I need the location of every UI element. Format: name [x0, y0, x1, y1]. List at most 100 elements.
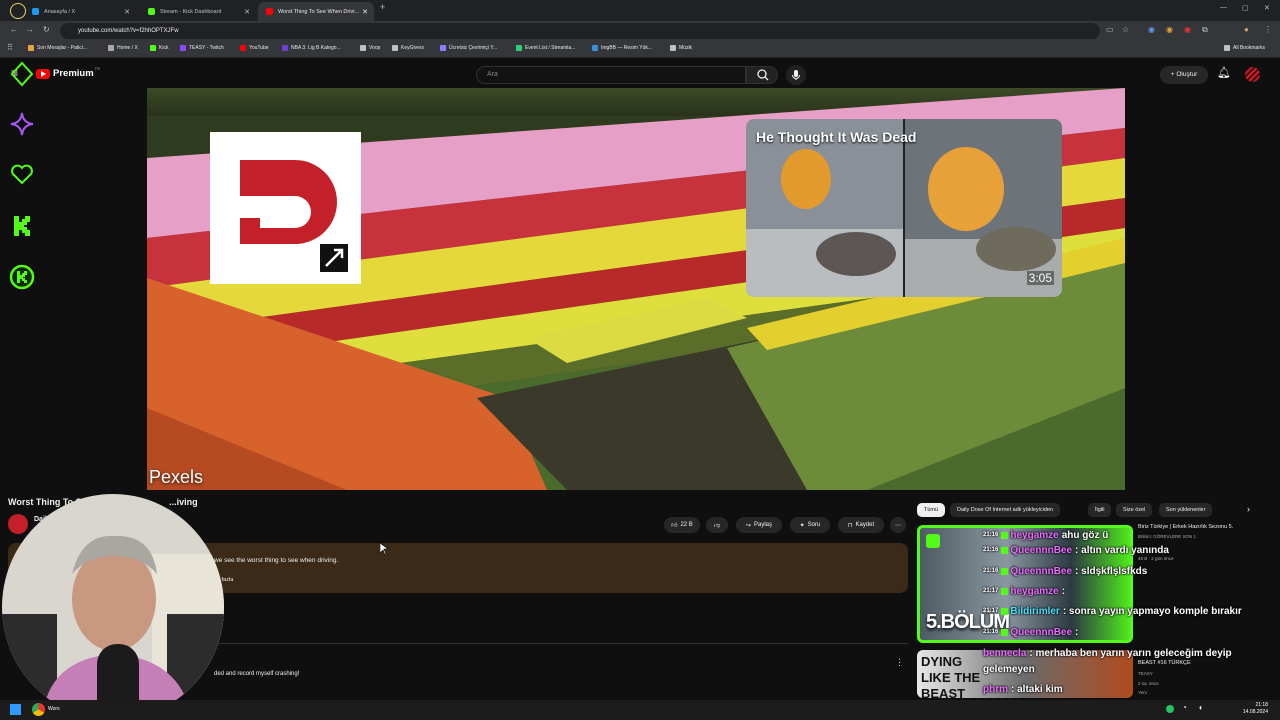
endscreen-video-card[interactable]: He Thought It Was Dead 3:05: [746, 119, 1062, 297]
chat-message: gelemeyen: [983, 662, 1035, 676]
youtube-tab-icon: [266, 8, 273, 15]
bookmark-favicon-icon: [360, 45, 366, 51]
reload-icon[interactable]: ↻: [43, 25, 50, 34]
kick-badge-icon: [1001, 546, 1009, 554]
extension-icon[interactable]: ◉: [1148, 25, 1155, 34]
search-button[interactable]: [746, 66, 778, 84]
close-window-icon[interactable]: ✕: [1264, 4, 1270, 12]
close-tab-icon[interactable]: ✕: [362, 8, 368, 16]
chat-text: : merhaba ben yarın yarın geleceğim deyi…: [1029, 647, 1232, 659]
youtube-header: ≡ Premium TR Ara + Oluştur 🔔︎: [0, 58, 1280, 90]
forward-icon[interactable]: →: [26, 25, 34, 34]
filter-chip[interactable]: Daily Dose Of Internet adlı yükleyiciden: [950, 503, 1060, 517]
kick-badge-icon: [1001, 587, 1009, 595]
youtube-logo[interactable]: Premium TR: [36, 66, 100, 79]
maximize-icon[interactable]: ▢: [1242, 4, 1249, 12]
ask-button[interactable]: ✦ Soru: [790, 517, 830, 533]
bookmark-favicon-icon: [240, 45, 246, 51]
chat-text: :: [1061, 585, 1066, 597]
filter-chip[interactable]: Son yüklenenler: [1159, 503, 1213, 517]
chat-message: 21:17 heygamze:: [983, 584, 1065, 598]
taskbar-clock[interactable]: 21:18 14.08.2024: [1243, 702, 1268, 716]
chat-timestamp: 21:17: [983, 588, 999, 594]
kick-k-icon: [14, 216, 30, 236]
chips-next-icon[interactable]: ›: [1247, 504, 1250, 514]
tab-kick-dashboard[interactable]: Stream - Kick Dashboard ✕: [140, 2, 256, 21]
notifications-bell-icon[interactable]: 🔔︎: [1217, 66, 1231, 79]
recommendation-title[interactable]: Biriz Türkiye | Erkek Hazırlık Sezonu 5.: [1138, 524, 1233, 530]
bookmark-favicon-icon: [282, 45, 288, 51]
video-player[interactable]: He Thought It Was Dead 3:05 Pexels: [147, 88, 1125, 490]
create-button[interactable]: + Oluştur: [1160, 66, 1208, 84]
chat-text: gelemeyen: [983, 663, 1035, 675]
x-tab-icon: [32, 8, 39, 15]
chat-timestamp: 21:16: [983, 629, 999, 635]
bookmark-item[interactable]: Home / X: [108, 45, 138, 51]
close-tab-icon[interactable]: ✕: [124, 8, 130, 16]
share-button[interactable]: ↪ Paylaş: [736, 517, 782, 533]
recommendation-title[interactable]: BEAST #16 TÜRKÇE: [1138, 660, 1191, 666]
bookmark-item[interactable]: Son Mesajlar - Patici...: [28, 45, 87, 51]
comment-more-icon[interactable]: ⋮: [895, 657, 904, 668]
new-tab-button[interactable]: +: [380, 2, 385, 12]
bookmark-item[interactable]: ImgBB — Resim Yük...: [592, 45, 652, 51]
bookmark-item[interactable]: Ücretsiz Çevrimiçi Y...: [440, 45, 497, 51]
install-icon[interactable]: ▭: [1106, 25, 1114, 34]
all-bookmarks-link[interactable]: All Bookmarks: [1224, 45, 1265, 51]
streamer-webcam-scene: [2, 494, 224, 720]
bookmark-item[interactable]: YouTube: [240, 45, 269, 51]
microphone-icon: [792, 70, 800, 80]
endscreen-title: He Thought It Was Dead: [756, 129, 917, 145]
kick-badge-icon: [1001, 607, 1009, 615]
close-tab-icon[interactable]: ✕: [244, 8, 250, 16]
bookmark-favicon-icon: [516, 45, 522, 51]
extensions-puzzle-icon[interactable]: ⧉: [1202, 25, 1208, 35]
account-avatar[interactable]: [1245, 67, 1260, 82]
minimize-icon[interactable]: —: [1220, 4, 1227, 11]
back-icon[interactable]: ←: [10, 25, 18, 34]
voice-search-button[interactable]: [786, 65, 806, 85]
tray-icon[interactable]: [1166, 705, 1174, 713]
tab-x[interactable]: Anasayfa / X ✕: [24, 2, 136, 21]
chat-username: QueennnBee: [1010, 544, 1073, 556]
filter-chip[interactable]: Tümü: [917, 503, 946, 517]
tab-youtube-video[interactable]: Worst Thing To See When Drivi... ✕: [258, 2, 374, 21]
url-field[interactable]: youtube.com/watch?v=f2hhOPTXJFw: [60, 23, 1100, 39]
chat-message: 21:16 QueennnBee: altın vardı yanında: [983, 543, 1169, 557]
bookmark-item[interactable]: KeyGivers: [392, 45, 424, 51]
extension-icon[interactable]: ◉: [1166, 25, 1173, 34]
chat-timestamp: 21:16: [983, 532, 999, 538]
kick-badge-icon: [1001, 531, 1009, 539]
filter-chip[interactable]: İlgili: [1088, 503, 1112, 517]
bookmark-star-icon[interactable]: ☆: [1122, 25, 1129, 34]
endscreen-thumbnail: [746, 119, 1062, 297]
chrome-taskbar-icon[interactable]: [32, 703, 45, 716]
filter-chip[interactable]: Size özel: [1116, 503, 1153, 517]
network-icon[interactable]: ◔: [1182, 703, 1187, 712]
bookmark-item[interactable]: NBA 3. Lig B Katego...: [282, 45, 341, 51]
taskbar-window-label[interactable]: Wors: [48, 706, 60, 712]
channel-avatar[interactable]: [8, 514, 28, 534]
more-actions-button[interactable]: ⋯: [890, 517, 906, 533]
channel-brand-card[interactable]: [210, 132, 361, 284]
dislike-button[interactable]: 👎︎: [706, 517, 728, 533]
search-input[interactable]: Ara: [476, 66, 746, 84]
bookmark-item[interactable]: TEASY - Twitch: [180, 45, 224, 51]
like-button[interactable]: 👍︎ 22 B: [664, 517, 700, 533]
chat-text: : altaki kim: [1011, 683, 1063, 695]
extension-icon[interactable]: ◉: [1184, 25, 1191, 34]
windows-start-icon[interactable]: [10, 704, 21, 715]
save-button[interactable]: ⊓ Kaydet: [838, 517, 884, 533]
apps-grid-icon[interactable]: ⠿: [7, 43, 13, 52]
kick-tab-icon: [148, 8, 155, 15]
bookmark-item[interactable]: Müzik: [670, 45, 692, 51]
menu-icon[interactable]: ⋮: [1264, 25, 1272, 34]
profile-avatar-icon[interactable]: ●: [1244, 25, 1249, 34]
bookmark-item[interactable]: Voop: [360, 45, 380, 51]
chat-username: phrm: [983, 683, 1008, 695]
bookmark-item[interactable]: Kick: [150, 45, 168, 51]
browser-tab-strip: Anasayfa / X ✕ Stream - Kick Dashboard ✕…: [0, 0, 1280, 21]
volume-icon[interactable]: ◖: [1198, 703, 1203, 712]
dailydose-logo-icon: [240, 160, 348, 272]
bookmark-item[interactable]: Event List / Streamla...: [516, 45, 575, 51]
